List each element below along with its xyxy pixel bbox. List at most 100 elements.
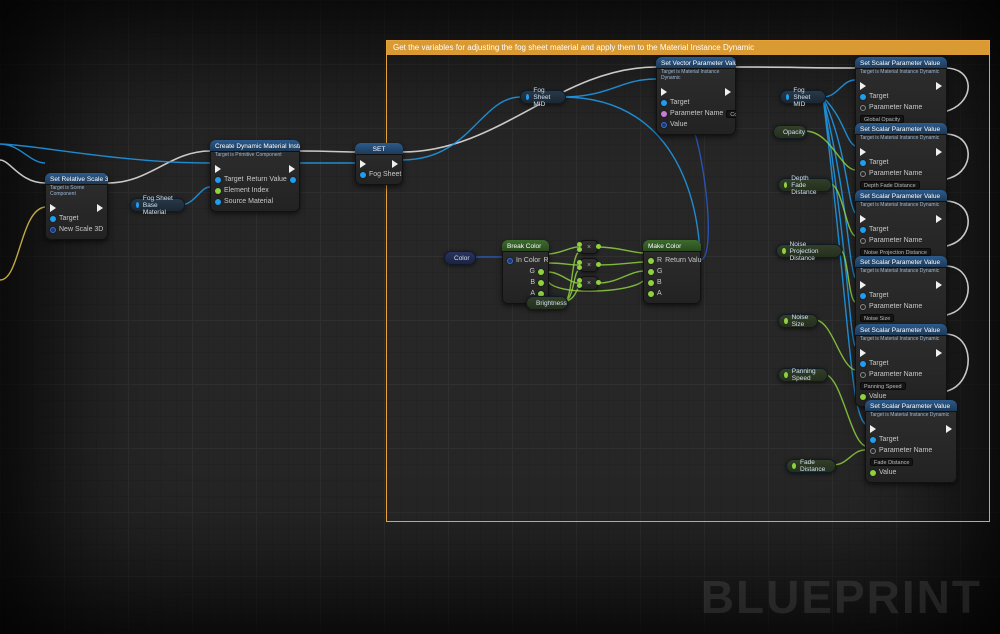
param-name-input[interactable]: Noise Size — [860, 314, 894, 322]
target-pin[interactable] — [661, 100, 667, 106]
in-pin[interactable] — [360, 172, 366, 178]
node-set-scalar-param[interactable]: Set Scalar Parameter Value Target is Mat… — [865, 400, 957, 483]
param-name-input[interactable]: Noise Projection Distance — [860, 248, 931, 256]
var-depth-fade[interactable]: Depth Fade Distance — [778, 178, 832, 192]
target-pin[interactable] — [215, 177, 221, 183]
var-brightness[interactable]: Brightness — [526, 296, 568, 310]
param-name-input[interactable]: Global Opacity — [860, 115, 904, 123]
node-set-vector-param[interactable]: Set Vector Parameter Value Target is Mat… — [656, 57, 736, 135]
node-title: Break Color — [502, 240, 549, 252]
param-name-pin[interactable] — [860, 238, 866, 244]
node-set-scalar-param[interactable]: Set Scalar Parameter Value Target is Mat… — [855, 324, 947, 407]
var-panning-speed[interactable]: Panning Speed — [778, 368, 828, 382]
in-pin[interactable] — [507, 258, 513, 264]
var-noise-proj[interactable]: Noise Projection Distance — [776, 244, 842, 258]
param-name-pin[interactable] — [860, 304, 866, 310]
exec-out-pin[interactable] — [936, 82, 942, 90]
var-label: Color — [454, 255, 470, 262]
target-pin[interactable] — [860, 160, 866, 166]
param-name-pin[interactable] — [860, 171, 866, 177]
node-set-var[interactable]: SET Fog Sheet MID — [355, 143, 403, 185]
exec-in-pin[interactable] — [860, 281, 866, 289]
pin-label: R — [657, 257, 662, 264]
target-pin[interactable] — [860, 361, 866, 367]
obj-pin[interactable] — [136, 202, 139, 208]
param-name-pin[interactable] — [860, 372, 866, 378]
target-pin[interactable] — [860, 227, 866, 233]
param-name-input[interactable]: Color — [726, 110, 736, 118]
r-pin[interactable] — [648, 258, 654, 264]
source-pin[interactable] — [215, 199, 221, 205]
float-pin[interactable] — [782, 248, 786, 254]
float-pin[interactable] — [784, 372, 788, 378]
node-title: Create Dynamic Material Instance — [210, 140, 300, 152]
node-break-color[interactable]: Break Color In Color R G B A — [502, 240, 549, 304]
exec-in-pin[interactable] — [360, 160, 366, 168]
value-pin[interactable] — [870, 470, 876, 476]
target-pin[interactable] — [860, 94, 866, 100]
target-pin[interactable] — [870, 437, 876, 443]
exec-in-pin[interactable] — [860, 82, 866, 90]
exec-in-pin[interactable] — [215, 165, 221, 173]
node-set-relative-scale[interactable]: Set Relative Scale 3D Target is Scene Co… — [45, 173, 108, 240]
exec-in-pin[interactable] — [661, 88, 667, 96]
index-pin[interactable] — [215, 188, 221, 194]
param-name-input[interactable]: Fade Distance — [870, 458, 913, 466]
exec-in-pin[interactable] — [870, 425, 876, 433]
pin-label: Target — [869, 292, 888, 299]
exec-out-pin[interactable] — [392, 160, 398, 168]
node-multiply-2[interactable]: × — [580, 258, 598, 272]
obj-pin[interactable] — [526, 94, 529, 100]
param-name-pin[interactable] — [860, 105, 866, 111]
exec-out-pin[interactable] — [936, 349, 942, 357]
g-pin[interactable] — [648, 269, 654, 275]
var-fade-distance[interactable]: Fade Distance — [786, 459, 836, 473]
value-pin[interactable] — [860, 394, 866, 400]
b-pin[interactable] — [648, 280, 654, 286]
return-pin[interactable] — [290, 177, 296, 183]
node-multiply-1[interactable]: × — [580, 240, 598, 254]
float-pin[interactable] — [784, 318, 788, 324]
exec-out-pin[interactable] — [936, 215, 942, 223]
var-color[interactable]: Color — [444, 251, 476, 265]
node-title: Set Scalar Parameter Value — [855, 324, 947, 336]
float-pin[interactable] — [784, 182, 787, 188]
var-label: Brightness — [536, 300, 567, 307]
node-make-color[interactable]: Make Color R Return Value G B A — [643, 240, 701, 304]
exec-in-pin[interactable] — [50, 204, 56, 212]
node-title: Set Scalar Parameter Value — [855, 256, 947, 268]
exec-out-pin[interactable] — [97, 204, 103, 212]
exec-in-pin[interactable] — [860, 349, 866, 357]
exec-out-pin[interactable] — [936, 148, 942, 156]
g-pin[interactable] — [538, 269, 544, 275]
exec-out-pin[interactable] — [936, 281, 942, 289]
scale-pin[interactable] — [50, 227, 56, 233]
var-noise-size[interactable]: Noise Size — [778, 314, 818, 328]
target-pin[interactable] — [860, 293, 866, 299]
var-fog-mid-1[interactable]: Fog Sheet MID — [520, 90, 566, 104]
param-name-pin[interactable] — [870, 448, 876, 454]
pin-label: Value — [879, 469, 896, 476]
pin-label: Element Index — [224, 187, 269, 194]
exec-out-pin[interactable] — [725, 88, 731, 96]
comment-title[interactable]: Get the variables for adjusting the fog … — [387, 41, 989, 55]
exec-in-pin[interactable] — [860, 148, 866, 156]
node-multiply-3[interactable]: × — [580, 276, 598, 290]
var-opacity[interactable]: Opacity — [773, 125, 807, 139]
value-pin[interactable] — [661, 122, 667, 128]
b-pin[interactable] — [538, 280, 544, 286]
exec-in-pin[interactable] — [860, 215, 866, 223]
var-fog-sheet-material[interactable]: Fog Sheet Base Material — [130, 198, 185, 212]
param-name-input[interactable]: Depth Fade Distance — [860, 181, 920, 189]
var-fog-mid-2[interactable]: Fog Sheet MID — [780, 90, 826, 104]
float-pin[interactable] — [792, 463, 796, 469]
a-pin[interactable] — [648, 291, 654, 297]
exec-out-pin[interactable] — [289, 165, 295, 173]
pin-label: Parameter Name — [869, 371, 922, 378]
param-name-input[interactable]: Panning Speed — [860, 382, 906, 390]
param-name-pin[interactable] — [661, 111, 667, 117]
node-create-dynamic-material[interactable]: Create Dynamic Material Instance Target … — [210, 140, 300, 212]
target-pin[interactable] — [50, 216, 56, 222]
exec-out-pin[interactable] — [946, 425, 952, 433]
obj-pin[interactable] — [786, 94, 789, 100]
